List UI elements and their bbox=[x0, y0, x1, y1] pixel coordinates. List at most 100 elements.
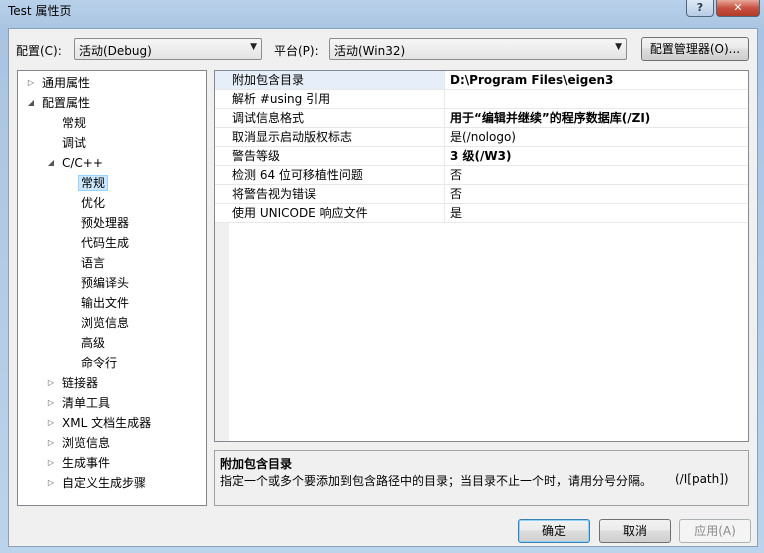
expand-arrow-icon[interactable]: ▷ bbox=[46, 434, 56, 452]
config-value: 活动(Debug) bbox=[79, 44, 152, 58]
tree-item-precompiled-headers[interactable]: 预编译头 bbox=[81, 274, 129, 292]
tree-item-label: 命令行 bbox=[81, 356, 118, 370]
property-value[interactable]: 3 级(/W3) bbox=[446, 147, 748, 165]
tree-item-linker[interactable]: ▷ 链接器 bbox=[48, 374, 99, 392]
tree-item-browse-info[interactable]: ▷ 浏览信息 bbox=[48, 434, 111, 452]
tree-item-label: 预处理器 bbox=[81, 216, 130, 230]
tree-item-output-files[interactable]: 输出文件 bbox=[81, 294, 129, 312]
dialog-client: 配置(C): 活动(Debug) ▼ 平台(P): 活动(Win32) ▼ 配置… bbox=[8, 28, 758, 547]
property-value[interactable]: 否 bbox=[446, 185, 748, 203]
property-pages-window: Test 属性页 ? ✕ 配置(C): 活动(Debug) ▼ 平台(P): 活… bbox=[0, 0, 764, 553]
property-name: 调试信息格式 bbox=[215, 109, 445, 127]
property-row[interactable]: 将警告视为错误 否 bbox=[215, 185, 748, 204]
title-bar: Test 属性页 ? ✕ bbox=[0, 0, 764, 20]
description-title: 附加包含目录 bbox=[220, 457, 293, 471]
property-grid: 附加包含目录 D:\Program Files\eigen3 解析 #using… bbox=[214, 70, 749, 442]
tree-item-cpp-general[interactable]: 常规 bbox=[78, 174, 109, 192]
property-value[interactable]: 否 bbox=[446, 166, 748, 184]
tree-item-label: 调试 bbox=[62, 136, 87, 150]
tree-item-browse-info-cpp[interactable]: 浏览信息 bbox=[81, 314, 129, 332]
description-text: 指定一个或多个要添加到包含路径中的目录；当目录不止一个时，请用分号分隔。 bbox=[220, 474, 653, 488]
tree-item-label: 常规 bbox=[62, 116, 87, 130]
tree-item-label: 生成事件 bbox=[62, 456, 111, 470]
property-name: 警告等级 bbox=[215, 147, 445, 165]
tree-item-label: 自定义生成步骤 bbox=[62, 476, 147, 490]
collapse-arrow-icon[interactable]: ◢ bbox=[26, 94, 36, 112]
property-row[interactable]: 使用 UNICODE 响应文件 是 bbox=[215, 204, 748, 223]
platform-label: 平台(P): bbox=[274, 44, 319, 58]
tree-item-cpp[interactable]: ◢ C/C++ bbox=[48, 154, 103, 172]
property-row[interactable]: 警告等级 3 级(/W3) bbox=[215, 147, 748, 166]
tree-item-general-props[interactable]: ▷ 通用属性 bbox=[28, 74, 91, 92]
tree-item-label: C/C++ bbox=[62, 156, 103, 170]
tree-item-label: 链接器 bbox=[62, 376, 99, 390]
property-name: 附加包含目录 bbox=[215, 71, 445, 89]
cancel-button[interactable]: 取消 bbox=[599, 519, 671, 543]
property-value[interactable]: 用于“编辑并继续”的程序数据库(/ZI) bbox=[446, 109, 748, 127]
tree-item-manifest-tool[interactable]: ▷ 清单工具 bbox=[48, 394, 111, 412]
property-row[interactable]: 附加包含目录 D:\Program Files\eigen3 bbox=[215, 71, 748, 90]
config-manager-button[interactable]: 配置管理器(O)... bbox=[641, 37, 749, 61]
tree-item-label: 高级 bbox=[81, 336, 106, 350]
property-value[interactable]: 是 bbox=[446, 204, 748, 222]
collapse-arrow-icon[interactable]: ◢ bbox=[46, 154, 56, 172]
property-value[interactable]: D:\Program Files\eigen3 bbox=[446, 71, 748, 89]
property-name: 使用 UNICODE 响应文件 bbox=[215, 204, 445, 222]
property-row[interactable]: 解析 #using 引用 bbox=[215, 90, 748, 109]
help-button[interactable]: ? bbox=[686, 0, 714, 17]
tree-item-label: 通用属性 bbox=[42, 76, 91, 90]
property-tree: ▷ 通用属性 ◢ 配置属性 常规 调试 ◢ C/C++ 常规 优化 预处理器 代码生成… bbox=[17, 70, 207, 506]
property-name: 将警告视为错误 bbox=[215, 185, 445, 203]
chevron-down-icon: ▼ bbox=[250, 42, 257, 52]
tree-item-label-selected: 常规 bbox=[78, 175, 109, 191]
tree-item-language[interactable]: 语言 bbox=[81, 254, 105, 272]
property-value[interactable] bbox=[446, 90, 748, 108]
property-row[interactable]: 检测 64 位可移植性问题 否 bbox=[215, 166, 748, 185]
ok-button[interactable]: 确定 bbox=[518, 519, 590, 543]
close-button[interactable]: ✕ bbox=[716, 0, 760, 17]
expand-arrow-icon[interactable]: ▷ bbox=[46, 394, 56, 412]
description-panel: 附加包含目录 指定一个或多个要添加到包含路径中的目录；当目录不止一个时，请用分号… bbox=[214, 450, 749, 506]
tree-item-label: 语言 bbox=[81, 256, 106, 270]
tree-item-optimization[interactable]: 优化 bbox=[81, 194, 105, 212]
title-buttons: ? ✕ bbox=[686, 0, 760, 17]
tree-item-advanced[interactable]: 高级 bbox=[81, 334, 105, 352]
config-label: 配置(C): bbox=[16, 44, 62, 58]
tree-item-build-events[interactable]: ▷ 生成事件 bbox=[48, 454, 111, 472]
tree-item-config-props[interactable]: ◢ 配置属性 bbox=[28, 94, 91, 112]
tree-item-preprocessor[interactable]: 预处理器 bbox=[81, 214, 129, 232]
tree-item-label: 浏览信息 bbox=[81, 316, 130, 330]
tree-item-debugging[interactable]: 调试 bbox=[62, 134, 86, 152]
property-value[interactable]: 是(/nologo) bbox=[446, 128, 748, 146]
platform-select[interactable]: 活动(Win32) ▼ bbox=[329, 38, 627, 60]
tree-item-xml-doc-generator[interactable]: ▷ XML 文档生成器 bbox=[48, 414, 152, 432]
tree-item-label: 浏览信息 bbox=[62, 436, 111, 450]
expand-arrow-icon[interactable]: ▷ bbox=[26, 74, 36, 92]
property-row[interactable]: 取消显示启动版权标志 是(/nologo) bbox=[215, 128, 748, 147]
expand-arrow-icon[interactable]: ▷ bbox=[46, 374, 56, 392]
tree-item-command-line[interactable]: 命令行 bbox=[81, 354, 117, 372]
tree-item-label: 输出文件 bbox=[81, 296, 130, 310]
tree-item-label: 代码生成 bbox=[81, 236, 130, 250]
chevron-down-icon: ▼ bbox=[615, 42, 622, 52]
property-name: 解析 #using 引用 bbox=[215, 90, 445, 108]
tree-item-general[interactable]: 常规 bbox=[62, 114, 86, 132]
platform-value: 活动(Win32) bbox=[334, 44, 406, 58]
tree-item-custom-build-step[interactable]: ▷ 自定义生成步骤 bbox=[48, 474, 147, 492]
property-row[interactable]: 调试信息格式 用于“编辑并继续”的程序数据库(/ZI) bbox=[215, 109, 748, 128]
tree-item-label: 清单工具 bbox=[62, 396, 111, 410]
config-select[interactable]: 活动(Debug) ▼ bbox=[74, 38, 262, 60]
tree-item-label: XML 文档生成器 bbox=[62, 416, 152, 430]
expand-arrow-icon[interactable]: ▷ bbox=[46, 474, 56, 492]
tree-item-label: 优化 bbox=[81, 196, 106, 210]
property-name: 检测 64 位可移植性问题 bbox=[215, 166, 445, 184]
description-switch: (/I[path]) bbox=[675, 472, 729, 486]
tree-item-label: 配置属性 bbox=[42, 96, 91, 110]
expand-arrow-icon[interactable]: ▷ bbox=[46, 414, 56, 432]
window-title: Test 属性页 bbox=[8, 4, 72, 18]
tree-item-label: 预编译头 bbox=[81, 276, 130, 290]
apply-button[interactable]: 应用(A) bbox=[679, 519, 751, 543]
property-name: 取消显示启动版权标志 bbox=[215, 128, 445, 146]
expand-arrow-icon[interactable]: ▷ bbox=[46, 454, 56, 472]
tree-item-code-generation[interactable]: 代码生成 bbox=[81, 234, 129, 252]
